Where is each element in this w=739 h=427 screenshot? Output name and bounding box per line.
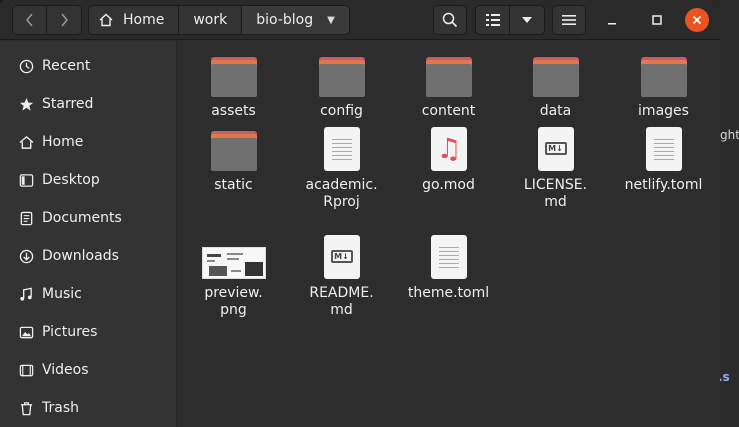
hamburger-icon: [562, 15, 576, 25]
sidebar-item-label: Downloads: [42, 248, 119, 264]
sidebar-item-label: Recent: [42, 58, 91, 74]
search-button[interactable]: [433, 5, 467, 35]
search-icon: [442, 12, 458, 28]
sidebar-item-label: Desktop: [42, 172, 100, 188]
folder-icon: [210, 57, 257, 97]
music-icon: [18, 286, 34, 302]
file-item-preview-png[interactable]: preview. png: [180, 223, 287, 319]
minimize-button[interactable]: [600, 8, 624, 32]
home-icon: [99, 13, 113, 27]
breadcrumb-label: Home: [123, 12, 165, 28]
chevron-down-icon: ▼: [327, 14, 335, 26]
background-text-fragment: ght: [720, 128, 739, 142]
sidebar-item-label: Pictures: [42, 324, 98, 340]
trash-icon: [18, 400, 34, 416]
file-name: preview. png: [204, 285, 263, 318]
download-icon: [18, 248, 34, 264]
sidebar-item-recent[interactable]: Recent: [0, 47, 176, 85]
audio-file-icon: ♫: [430, 127, 467, 171]
breadcrumb-label: work: [193, 12, 228, 28]
navigation-buttons: [12, 5, 82, 35]
star-icon: [18, 96, 34, 112]
text-file-icon: [323, 127, 360, 171]
file-item-academic-rproj[interactable]: academic. Rproj: [288, 115, 395, 211]
sidebar-item-pictures[interactable]: Pictures: [0, 313, 176, 351]
file-name: netlify.toml: [624, 177, 703, 193]
file-item-data[interactable]: data: [502, 41, 609, 120]
sidebar-item-label: Trash: [42, 400, 79, 416]
minimize-icon: [608, 23, 616, 25]
breadcrumb-work[interactable]: work: [179, 6, 243, 34]
file-name: go.mod: [422, 177, 475, 193]
sidebar-item-downloads[interactable]: Downloads: [0, 237, 176, 275]
close-button[interactable]: [685, 8, 709, 32]
sidebar-item-label: Videos: [42, 362, 89, 378]
document-icon: [18, 210, 34, 226]
list-view-button[interactable]: [476, 6, 510, 34]
image-thumbnail-icon: [201, 247, 266, 279]
breadcrumb-home[interactable]: Home: [89, 6, 180, 34]
file-item-netlify-toml[interactable]: netlify.toml: [610, 115, 717, 194]
folder-icon: [425, 57, 472, 97]
forward-button[interactable]: [47, 6, 81, 34]
pictures-icon: [18, 324, 34, 340]
sidebar-item-trash[interactable]: Trash: [0, 389, 176, 427]
folder-icon: [640, 57, 687, 97]
sidebar-item-label: Documents: [42, 210, 122, 226]
breadcrumb: Home work bio-blog ▼: [88, 5, 350, 35]
background-window: ght .s: [718, 0, 739, 427]
sidebar-item-videos[interactable]: Videos: [0, 351, 176, 389]
sidebar-item-home[interactable]: Home: [0, 123, 176, 161]
breadcrumb-current[interactable]: bio-blog ▼: [242, 6, 349, 34]
folder-icon: [210, 131, 257, 171]
folder-icon: [318, 57, 365, 97]
maximize-button[interactable]: [645, 8, 669, 32]
close-icon: [692, 15, 702, 25]
maximize-icon: [652, 15, 662, 25]
file-name: README. md: [309, 285, 374, 318]
file-item-go-mod[interactable]: ♫ go.mod: [395, 115, 502, 194]
folder-icon: [532, 57, 579, 97]
file-name: theme.toml: [407, 285, 490, 301]
file-item-config[interactable]: config: [288, 41, 395, 120]
sidebar-item-documents[interactable]: Documents: [0, 199, 176, 237]
file-grid: assets config content data images static…: [178, 41, 720, 427]
text-file-icon: [430, 235, 467, 279]
markdown-file-icon: M↓: [323, 235, 360, 279]
sidebar-item-label: Music: [42, 286, 82, 302]
file-item-static[interactable]: static: [180, 115, 287, 194]
file-manager-window: Home work bio-blog ▼ Recent Starred Home…: [0, 0, 720, 427]
file-item-readme-md[interactable]: M↓ README. md: [288, 223, 395, 319]
file-item-content[interactable]: content: [395, 41, 502, 120]
menu-button[interactable]: [552, 5, 586, 35]
file-name: LICENSE. md: [523, 177, 588, 210]
markdown-file-icon: M↓: [537, 127, 574, 171]
file-item-images[interactable]: images: [610, 41, 717, 120]
file-item-license-md[interactable]: M↓ LICENSE. md: [502, 115, 609, 211]
file-name: academic. Rproj: [305, 177, 378, 210]
header-bar: Home work bio-blog ▼: [0, 0, 720, 40]
list-icon: [485, 14, 500, 26]
chevron-left-icon: [25, 13, 33, 27]
clock-icon: [18, 58, 34, 74]
desktop-icon: [18, 172, 34, 188]
chevron-right-icon: [61, 13, 68, 27]
sidebar-item-label: Starred: [42, 96, 94, 112]
sidebar: Recent Starred Home Desktop Documents Do…: [0, 41, 177, 427]
back-button[interactable]: [13, 6, 47, 34]
text-file-icon: [645, 127, 682, 171]
sidebar-item-starred[interactable]: Starred: [0, 85, 176, 123]
breadcrumb-label: bio-blog: [256, 12, 314, 28]
view-dropdown-button[interactable]: [510, 6, 544, 34]
video-icon: [18, 362, 34, 378]
caret-down-icon: [522, 17, 532, 23]
file-item-assets[interactable]: assets: [180, 41, 287, 120]
file-name: static: [214, 177, 253, 193]
view-options: [475, 5, 545, 35]
file-item-theme-toml[interactable]: theme.toml: [395, 223, 502, 302]
sidebar-item-label: Home: [42, 134, 84, 150]
sidebar-item-music[interactable]: Music: [0, 275, 176, 313]
sidebar-item-desktop[interactable]: Desktop: [0, 161, 176, 199]
home-icon: [18, 134, 34, 150]
